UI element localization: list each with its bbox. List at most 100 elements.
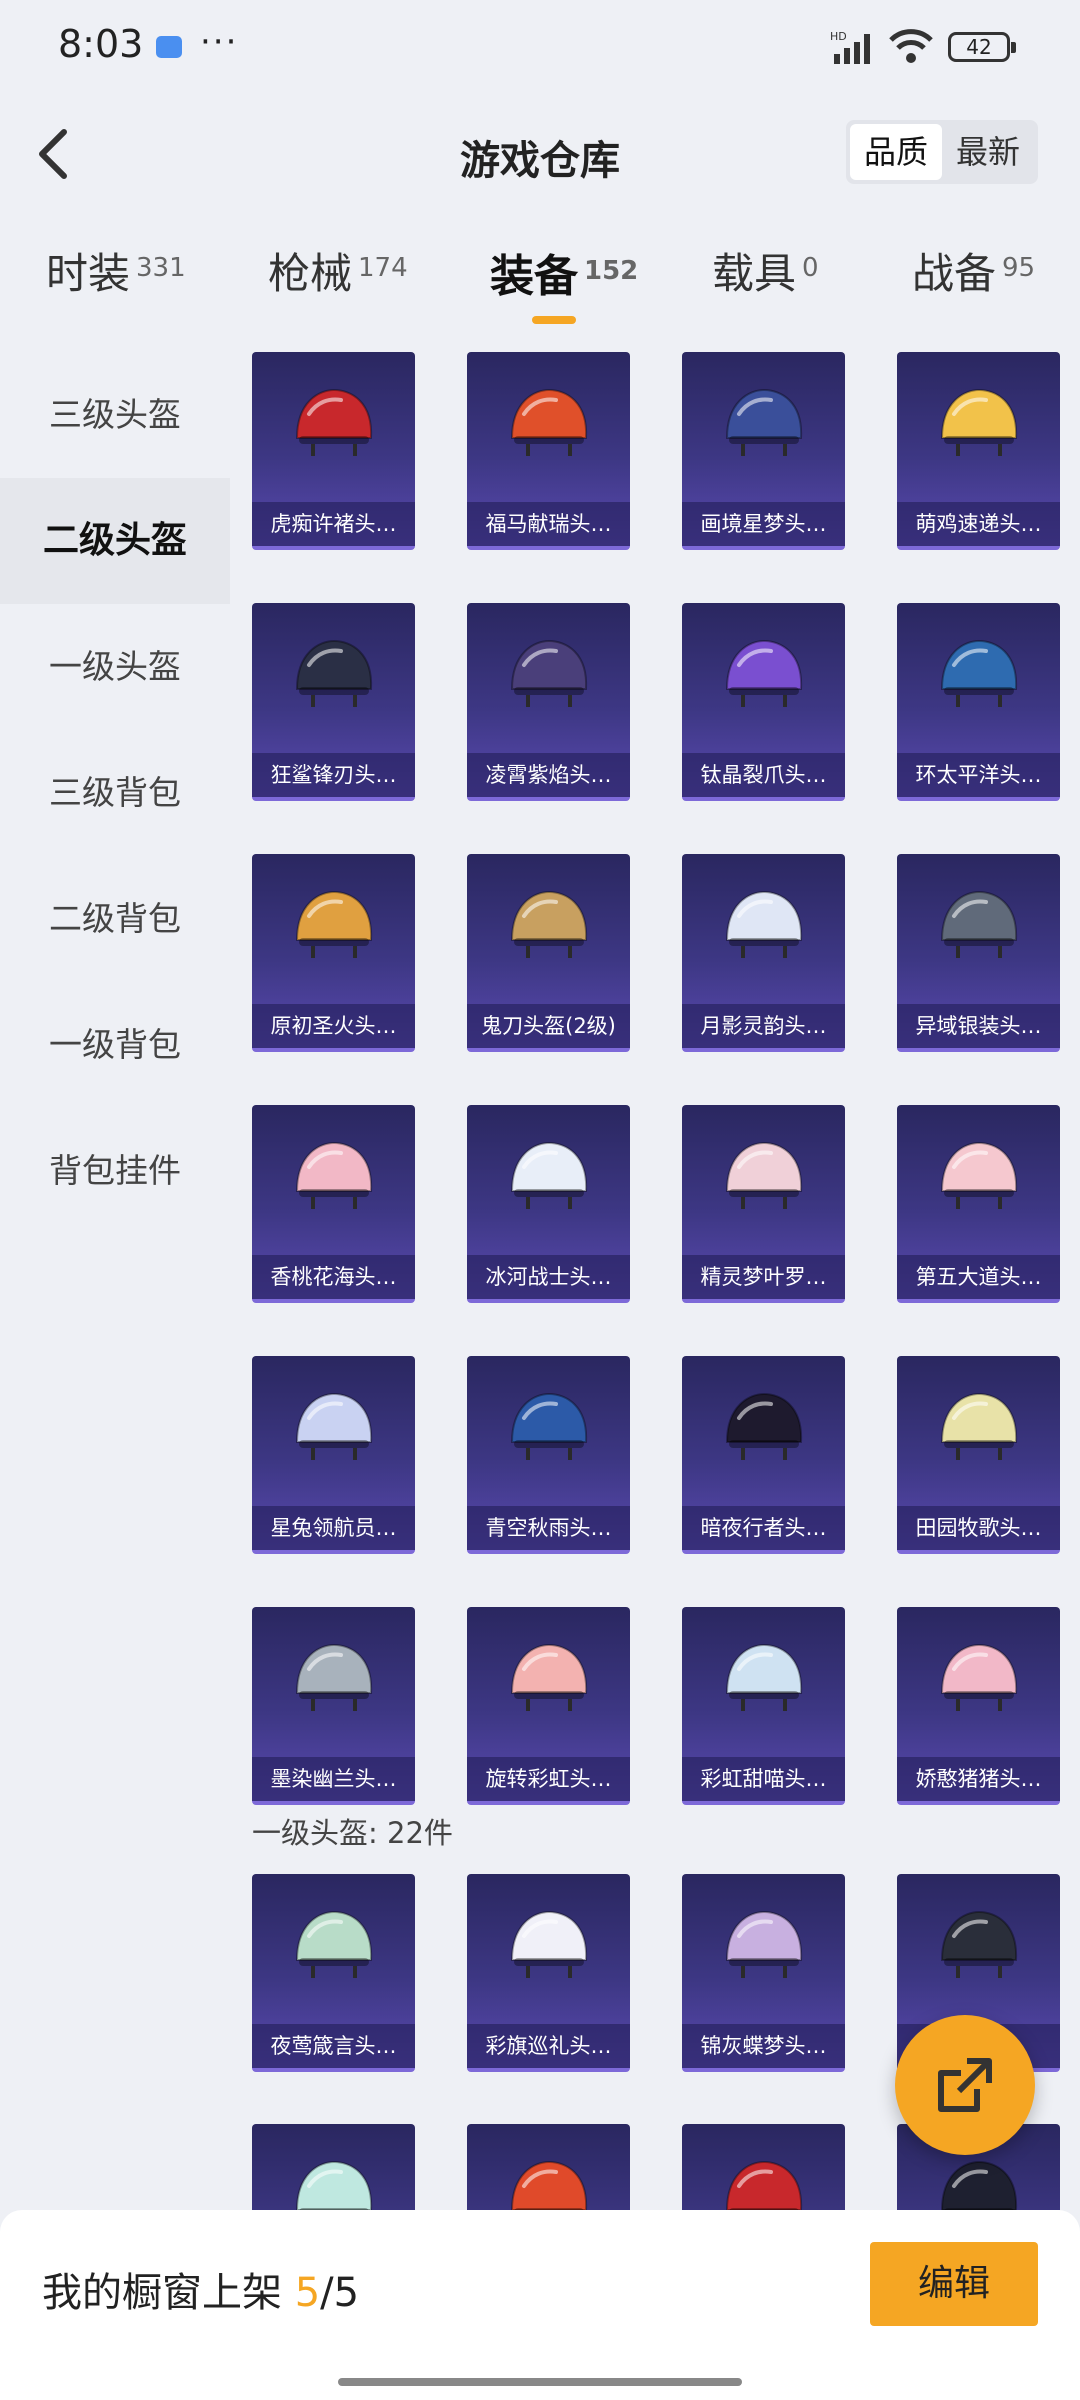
helmet-card[interactable] xyxy=(252,2124,415,2210)
helmet-card[interactable]: 凌霄紫焰头… xyxy=(467,603,630,801)
helmet-icon xyxy=(725,388,803,456)
home-indicator[interactable] xyxy=(338,2378,742,2386)
helmet-card[interactable]: 彩虹甜喵头… xyxy=(682,1607,845,1805)
helmet-card[interactable] xyxy=(467,2124,630,2210)
helmet-card[interactable]: 夜莺箴言头… xyxy=(252,1874,415,2072)
item-name: 冰河战士头… xyxy=(467,1255,630,1299)
helmet-card[interactable]: 画境星梦头… xyxy=(682,352,845,550)
item-name: 异域银装头… xyxy=(897,1004,1060,1048)
item-name: 萌鸡速递头… xyxy=(897,502,1060,546)
helmet-icon xyxy=(295,639,373,707)
helmet-card[interactable]: 萌鸡速递头… xyxy=(897,352,1060,550)
item-name: 狂鲨锋刃头… xyxy=(252,753,415,797)
item-name: 香桃花海头… xyxy=(252,1255,415,1299)
helmet-card[interactable] xyxy=(682,2124,845,2210)
showcase-total-count: /5 xyxy=(320,2270,360,2316)
helmet-icon xyxy=(940,2160,1018,2210)
item-name: 月影灵韵头… xyxy=(682,1004,845,1048)
item-content: 虎痴许褚头… 福马献瑞头… 画境星梦头… 萌鸡速递头… 狂鲨锋刃头… 凌霄紫焰头… 钛晶裂爪… xyxy=(232,352,1080,2210)
showcase-bar: 我的橱窗上架 5/5 编辑 xyxy=(0,2210,1080,2400)
tab-weapons[interactable]: 枪械 174 xyxy=(268,240,408,301)
helmet-card[interactable]: 钛晶裂爪头… xyxy=(682,603,845,801)
helmet-icon xyxy=(725,890,803,958)
item-name: 原初圣火头… xyxy=(252,1004,415,1048)
item-name: 彩旗巡礼头… xyxy=(467,2024,630,2068)
sidebar-item-backpack-charm[interactable]: 背包挂件 xyxy=(0,1108,230,1234)
item-name: 虎痴许褚头… xyxy=(252,502,415,546)
helmet-icon xyxy=(510,1141,588,1209)
helmet-card[interactable]: 环太平洋头… xyxy=(897,603,1060,801)
helmet-icon xyxy=(940,1392,1018,1460)
tab-supplies[interactable]: 战备 95 xyxy=(912,240,1035,301)
category-tabs: 时装 331 枪械 174 装备 152 载具 0 战备 95 xyxy=(0,240,1080,340)
tab-fashion[interactable]: 时装 331 xyxy=(46,240,186,301)
item-name: 第五大道头… xyxy=(897,1255,1060,1299)
helmet-card[interactable]: 星兔领航员… xyxy=(252,1356,415,1554)
item-grid: 虎痴许褚头… 福马献瑞头… 画境星梦头… 萌鸡速递头… 狂鲨锋刃头… 凌霄紫焰头… 钛晶裂爪… xyxy=(252,352,1060,1805)
helmet-icon xyxy=(725,2160,803,2210)
item-name: 青空秋雨头… xyxy=(467,1506,630,1550)
helmet-card[interactable]: 青空秋雨头… xyxy=(467,1356,630,1554)
svg-text:HD: HD xyxy=(830,30,847,43)
helmet-icon xyxy=(510,2160,588,2210)
helmet-icon xyxy=(725,1643,803,1711)
helmet-card[interactable]: 香桃花海头… xyxy=(252,1105,415,1303)
helmet-card[interactable]: 旋转彩虹头… xyxy=(467,1607,630,1805)
helmet-card[interactable]: 虎痴许褚头… xyxy=(252,352,415,550)
helmet-card[interactable]: 原初圣火头… xyxy=(252,854,415,1052)
sidebar-item-level2-helmet[interactable]: 二级头盔 xyxy=(0,478,230,604)
helmet-card[interactable]: 墨染幽兰头… xyxy=(252,1607,415,1805)
helmet-icon xyxy=(510,890,588,958)
helmet-card[interactable]: 精灵梦叶罗… xyxy=(682,1105,845,1303)
tab-equipment[interactable]: 装备 152 xyxy=(490,240,638,324)
signal-icon: HD xyxy=(830,30,870,64)
helmet-card[interactable]: 田园牧歌头… xyxy=(897,1356,1060,1554)
helmet-card[interactable]: 锦灰蝶梦头… xyxy=(682,1874,845,2072)
sidebar-item-level3-backpack[interactable]: 三级背包 xyxy=(0,730,230,856)
helmet-card[interactable]: 狂鲨锋刃头… xyxy=(252,603,415,801)
wifi-icon xyxy=(889,29,933,63)
helmet-icon xyxy=(940,1910,1018,1978)
helmet-icon xyxy=(295,1141,373,1209)
status-bar: 8:03 ··· HD 42 xyxy=(0,0,1080,100)
showcase-current-count: 5 xyxy=(294,2270,321,2316)
helmet-card[interactable]: 异域银装头… xyxy=(897,854,1060,1052)
sidebar-item-level1-helmet[interactable]: 一级头盔 xyxy=(0,604,230,730)
helmet-card[interactable]: 月影灵韵头… xyxy=(682,854,845,1052)
more-notifications-icon: ··· xyxy=(200,22,239,62)
section-title: 一级头盔: 22件 xyxy=(252,1816,453,1850)
sidebar: 三级头盔 二级头盔 一级头盔 三级背包 二级背包 一级背包 背包挂件 xyxy=(0,352,230,2212)
helmet-card[interactable]: 娇憨猪猪头… xyxy=(897,1607,1060,1805)
item-name: 画境星梦头… xyxy=(682,502,845,546)
item-name: 星兔领航员… xyxy=(252,1506,415,1550)
tab-vehicles[interactable]: 载具 0 xyxy=(712,240,819,301)
helmet-icon xyxy=(940,639,1018,707)
helmet-card[interactable]: 冰河战士头… xyxy=(467,1105,630,1303)
edit-button[interactable]: 编辑 xyxy=(870,2242,1038,2326)
sort-quality-button[interactable]: 品质 xyxy=(849,124,942,180)
helmet-card[interactable]: 第五大道头… xyxy=(897,1105,1060,1303)
helmet-icon xyxy=(295,1392,373,1460)
share-button[interactable] xyxy=(895,2015,1035,2155)
helmet-icon xyxy=(940,388,1018,456)
helmet-card[interactable]: 暗夜行者头… xyxy=(682,1356,845,1554)
back-arrow-icon[interactable] xyxy=(26,124,86,184)
helmet-card[interactable]: 鬼刀头盔(2级) xyxy=(467,854,630,1052)
sort-newest-button[interactable]: 最新 xyxy=(942,124,1034,180)
share-icon xyxy=(938,2058,992,2112)
sidebar-item-level2-backpack[interactable]: 二级背包 xyxy=(0,856,230,982)
helmet-card[interactable]: 彩旗巡礼头… xyxy=(467,1874,630,2072)
helmet-icon xyxy=(510,388,588,456)
item-name: 田园牧歌头… xyxy=(897,1506,1060,1550)
header: 游戏仓库 品质 最新 xyxy=(0,100,1080,200)
item-name: 凌霄紫焰头… xyxy=(467,753,630,797)
sidebar-item-level3-helmet[interactable]: 三级头盔 xyxy=(0,352,230,478)
sidebar-item-level1-backpack[interactable]: 一级背包 xyxy=(0,982,230,1108)
item-name: 福马献瑞头… xyxy=(467,502,630,546)
active-tab-indicator xyxy=(532,316,576,324)
item-name: 旋转彩虹头… xyxy=(467,1757,630,1801)
status-time: 8:03 xyxy=(58,22,144,66)
helmet-card[interactable]: 福马献瑞头… xyxy=(467,352,630,550)
helmet-icon xyxy=(295,1910,373,1978)
item-name: 鬼刀头盔(2级) xyxy=(467,1004,630,1048)
